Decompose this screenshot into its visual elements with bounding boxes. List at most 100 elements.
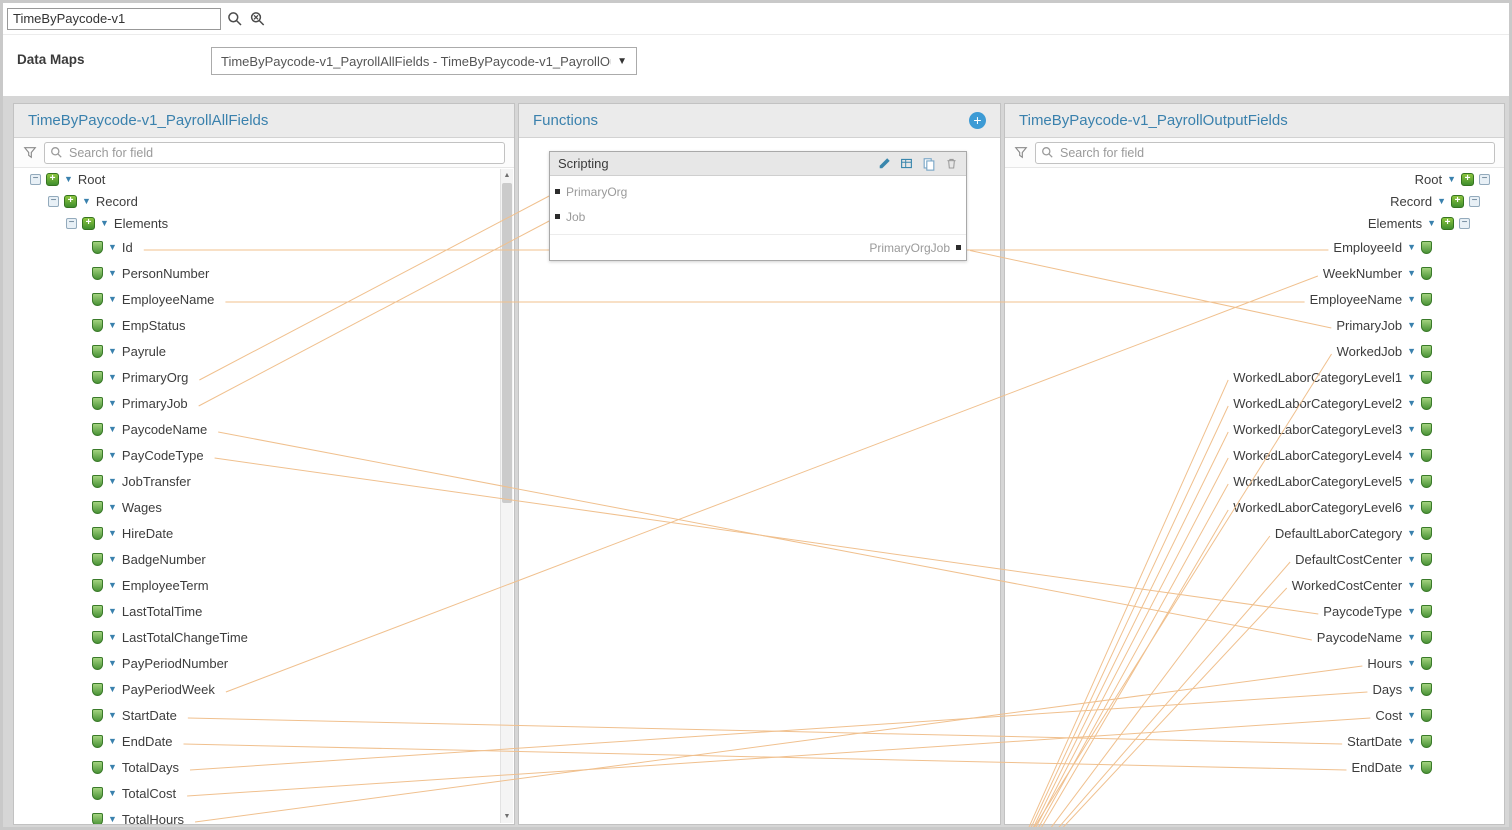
chevron-down-icon[interactable]: ▼ [1407,320,1416,330]
chevron-down-icon[interactable]: ▼ [108,684,117,694]
chevron-down-icon[interactable]: ▼ [108,528,117,538]
scroll-down-arrow-icon[interactable]: ▼ [501,810,513,823]
chevron-down-icon[interactable]: ▼ [108,242,117,252]
tree-field-row[interactable]: EmployeeName▼ [1005,286,1504,312]
chevron-down-icon[interactable]: ▼ [1427,218,1436,228]
chevron-down-icon[interactable]: ▼ [1407,268,1416,278]
tree-group-row[interactable]: Elements▼+− [1005,212,1504,234]
chevron-down-icon[interactable]: ▼ [82,196,91,206]
chevron-down-icon[interactable]: ▼ [108,710,117,720]
chevron-down-icon[interactable]: ▼ [1407,710,1416,720]
chevron-down-icon[interactable]: ▼ [1407,736,1416,746]
tree-field-row[interactable]: Cost▼ [1005,702,1504,728]
delete-icon[interactable] [945,157,958,170]
search-icon[interactable] [227,11,243,27]
tree-field-row[interactable]: ▼PayPeriodNumber [14,650,514,676]
copy-icon[interactable] [922,157,936,171]
chevron-down-icon[interactable]: ▼ [108,762,117,772]
tree-field-row[interactable]: ▼LastTotalChangeTime [14,624,514,650]
tree-field-row[interactable]: WorkedLaborCategoryLevel1▼ [1005,364,1504,390]
tree-field-row[interactable]: ▼Id [14,234,514,260]
tree-field-row[interactable]: ▼TotalCost [14,780,514,806]
collapse-icon[interactable]: − [30,174,41,185]
collapse-icon[interactable]: − [1469,196,1480,207]
chevron-down-icon[interactable]: ▼ [1407,684,1416,694]
function-output-row[interactable]: PrimaryOrgJob [550,234,966,260]
tree-field-row[interactable]: DefaultLaborCategory▼ [1005,520,1504,546]
tree-group-row[interactable]: Record▼+− [1005,190,1504,212]
chevron-down-icon[interactable]: ▼ [1407,606,1416,616]
scrollbar[interactable]: ▲ ▼ [500,169,513,823]
tree-field-row[interactable]: PaycodeName▼ [1005,624,1504,650]
filter-icon[interactable] [1014,145,1028,160]
tree-group-row[interactable]: −+▼Record [14,190,514,212]
tree-field-row[interactable]: WorkedCostCenter▼ [1005,572,1504,598]
chevron-down-icon[interactable]: ▼ [1407,476,1416,486]
chevron-down-icon[interactable]: ▼ [108,606,117,616]
collapse-icon[interactable]: − [1459,218,1470,229]
chevron-down-icon[interactable]: ▼ [1447,174,1456,184]
chevron-down-icon[interactable]: ▼ [108,320,117,330]
target-search-input[interactable] [1035,142,1495,164]
chevron-down-icon[interactable]: ▼ [108,632,117,642]
tree-field-row[interactable]: ▼PayPeriodWeek [14,676,514,702]
chevron-down-icon[interactable]: ▼ [108,372,117,382]
tree-field-row[interactable]: ▼PrimaryOrg [14,364,514,390]
tree-field-row[interactable]: ▼EmployeeTerm [14,572,514,598]
tree-field-row[interactable]: EndDate▼ [1005,754,1504,780]
tree-field-row[interactable]: ▼BadgeNumber [14,546,514,572]
tree-field-row[interactable]: DefaultCostCenter▼ [1005,546,1504,572]
chevron-down-icon[interactable]: ▼ [1407,762,1416,772]
chevron-down-icon[interactable]: ▼ [108,294,117,304]
chevron-down-icon[interactable]: ▼ [64,174,73,184]
global-search-input[interactable] [7,8,221,30]
collapse-icon[interactable]: − [48,196,59,207]
chevron-down-icon[interactable]: ▼ [108,736,117,746]
chevron-down-icon[interactable]: ▼ [108,424,117,434]
chevron-down-icon[interactable]: ▼ [1437,196,1446,206]
tree-field-row[interactable]: Hours▼ [1005,650,1504,676]
chevron-down-icon[interactable]: ▼ [1407,398,1416,408]
tree-field-row[interactable]: ▼PayCodeType [14,442,514,468]
table-icon[interactable] [900,157,913,170]
tree-field-row[interactable]: ▼StartDate [14,702,514,728]
chevron-down-icon[interactable]: ▼ [1407,502,1416,512]
data-map-select[interactable]: TimeByPaycode-v1_PayrollAllFields - Time… [211,47,637,75]
function-input-row[interactable]: PrimaryOrg [550,179,966,204]
tree-field-row[interactable]: ▼LastTotalTime [14,598,514,624]
output-port[interactable] [956,245,961,250]
tree-field-row[interactable]: ▼PrimaryJob [14,390,514,416]
tree-field-row[interactable]: ▼HireDate [14,520,514,546]
function-input-row[interactable]: Job [550,204,966,229]
chevron-down-icon[interactable]: ▼ [1407,580,1416,590]
tree-field-row[interactable]: WorkedLaborCategoryLevel5▼ [1005,468,1504,494]
tree-field-row[interactable]: ▼JobTransfer [14,468,514,494]
chevron-down-icon[interactable]: ▼ [108,580,117,590]
tree-field-row[interactable]: ▼TotalDays [14,754,514,780]
tree-group-row[interactable]: −+▼Root [14,168,514,190]
tree-field-row[interactable]: ▼EmployeeName [14,286,514,312]
input-port[interactable] [555,214,560,219]
tree-field-row[interactable]: ▼TotalHours [14,806,514,824]
tree-field-row[interactable]: EmployeeId▼ [1005,234,1504,260]
chevron-down-icon[interactable]: ▼ [1407,554,1416,564]
chevron-down-icon[interactable]: ▼ [1407,450,1416,460]
clear-search-icon[interactable] [249,11,266,27]
tree-field-row[interactable]: WorkedLaborCategoryLevel2▼ [1005,390,1504,416]
chevron-down-icon[interactable]: ▼ [1407,294,1416,304]
chevron-down-icon[interactable]: ▼ [1407,658,1416,668]
tree-field-row[interactable]: Days▼ [1005,676,1504,702]
tree-field-row[interactable]: WorkedLaborCategoryLevel6▼ [1005,494,1504,520]
tree-field-row[interactable]: StartDate▼ [1005,728,1504,754]
chevron-down-icon[interactable]: ▼ [108,554,117,564]
add-function-icon[interactable]: + [969,112,986,129]
chevron-down-icon[interactable]: ▼ [108,476,117,486]
chevron-down-icon[interactable]: ▼ [108,502,117,512]
tree-group-row[interactable]: −+▼Elements [14,212,514,234]
chevron-down-icon[interactable]: ▼ [108,814,117,824]
source-search-input[interactable] [44,142,505,164]
chevron-down-icon[interactable]: ▼ [108,450,117,460]
tree-field-row[interactable]: PrimaryJob▼ [1005,312,1504,338]
tree-field-row[interactable]: WorkedJob▼ [1005,338,1504,364]
chevron-down-icon[interactable]: ▼ [1407,372,1416,382]
